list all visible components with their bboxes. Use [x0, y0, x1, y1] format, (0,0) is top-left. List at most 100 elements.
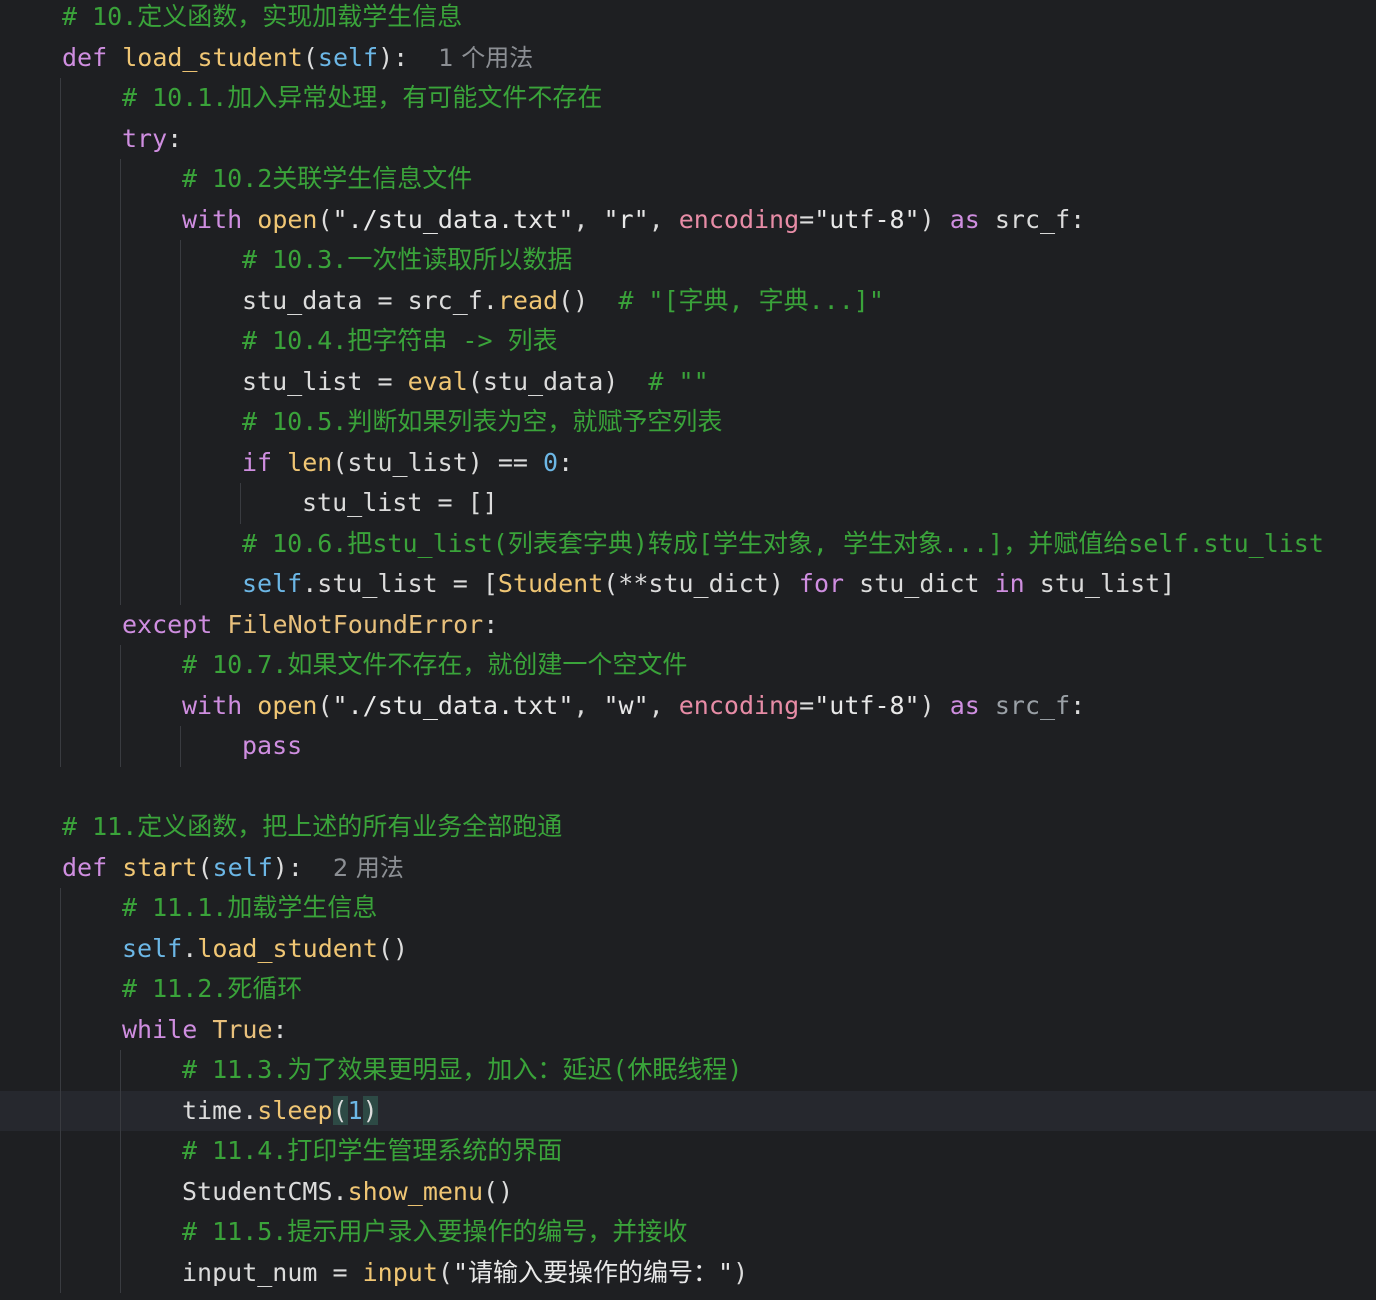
code-token: time. [182, 1095, 258, 1125]
code-line[interactable]: # 10.6.把stu_list(列表套字典)转成[学生对象, 学生对象...]… [0, 524, 1376, 565]
code-token: load_student [122, 42, 303, 72]
code-line[interactable]: # 10.1.加入异常处理，有可能文件不存在 [0, 78, 1376, 119]
code-line[interactable]: # 11.4.打印学生管理系统的界面 [0, 1131, 1376, 1172]
code-token: "r" [603, 204, 649, 234]
code-token: (**stu_dict) [603, 569, 799, 598]
code-token: .stu_list = [ [302, 569, 498, 598]
code-token: load_student [197, 933, 378, 963]
code-token: open [257, 690, 318, 720]
code-token: if [242, 447, 288, 477]
code-line[interactable]: # 10.7.如果文件不存在，就创建一个空文件 [0, 645, 1376, 686]
indent-guide [120, 1050, 121, 1293]
code-token: # 11.3.为了效果更明显，加入：延迟(休眠线程) [182, 1055, 743, 1084]
code-line[interactable]: if len(stu_list) == 0: [0, 443, 1376, 484]
code-line[interactable]: # 10.4.把字符串 -> 列表 [0, 321, 1376, 362]
code-token: , [648, 690, 679, 720]
code-token: eval [407, 366, 468, 396]
code-token: "utf-8" [814, 204, 920, 234]
code-line[interactable]: input_num = input("请输入要操作的编号：") [0, 1253, 1376, 1294]
code-line[interactable]: stu_list = eval(stu_data) # "" [0, 362, 1376, 403]
code-line[interactable]: # 11.3.为了效果更明显，加入：延迟(休眠线程) [0, 1050, 1376, 1091]
code-line[interactable]: # 11.定义函数，把上述的所有业务全部跑通 [0, 807, 1376, 848]
code-token: try [122, 123, 168, 153]
code-token: ): [378, 42, 439, 72]
code-token: , [573, 204, 604, 234]
code-line[interactable]: stu_data = src_f.read() # "[字典, 字典...]" [0, 281, 1376, 322]
code-token: len [287, 447, 333, 477]
code-token: while [122, 1014, 213, 1044]
code-line[interactable]: try: [0, 119, 1376, 160]
code-token: pass [242, 731, 303, 760]
code-token: self [317, 42, 379, 72]
code-token: except [122, 609, 228, 639]
code-token: ) [362, 1095, 378, 1125]
code-token: sleep [257, 1095, 333, 1125]
code-line[interactable]: with open("./stu_data.txt", "r", encodin… [0, 200, 1376, 241]
code-token: "./stu_data.txt" [332, 690, 574, 720]
indent-guide [180, 240, 181, 605]
code-token: # 10.4.把字符串 -> 列表 [242, 326, 558, 355]
code-token: ( [302, 42, 318, 72]
code-token: self [122, 933, 183, 963]
code-token: # 11.5.提示用户录入要操作的编号，并接收 [182, 1217, 688, 1246]
code-token: () [558, 285, 619, 315]
code-line[interactable]: while True: [0, 1010, 1376, 1051]
code-token: # 10.2关联学生信息文件 [182, 164, 473, 193]
code-token: = [799, 690, 815, 720]
code-token: ( [197, 852, 213, 882]
code-token: "w" [603, 690, 649, 720]
code-line[interactable]: with open("./stu_data.txt", "w", encodin… [0, 686, 1376, 727]
code-token: , [648, 204, 679, 234]
code-line[interactable]: StudentCMS.show_menu() [0, 1172, 1376, 1213]
code-token: input [362, 1257, 438, 1287]
code-line[interactable]: stu_list = [] [0, 483, 1376, 524]
usage-hint[interactable]: 1 个用法 [438, 44, 533, 72]
code-token: # 11.定义函数，把上述的所有业务全部跑通 [62, 812, 563, 841]
code-line[interactable]: # 11.1.加载学生信息 [0, 888, 1376, 929]
code-token: : [483, 609, 499, 639]
code-line[interactable]: self.stu_list = [Student(**stu_dict) for… [0, 564, 1376, 605]
code-token: "utf-8" [814, 690, 920, 720]
code-line[interactable]: # 11.5.提示用户录入要操作的编号，并接收 [0, 1212, 1376, 1253]
code-line[interactable]: time.sleep(1) [0, 1090, 1376, 1131]
code-token: ( [437, 1257, 453, 1287]
code-token: "./stu_data.txt" [332, 204, 574, 234]
code-line[interactable]: pass [0, 726, 1376, 767]
code-token: ( [317, 204, 333, 234]
indent-guide [120, 645, 121, 767]
code-token: StudentCMS. [182, 1176, 348, 1206]
code-token: stu_data = src_f. [242, 285, 498, 315]
code-token: ) [919, 204, 950, 234]
code-token: # 10.1.加入异常处理，有可能文件不存在 [122, 83, 603, 112]
code-token: : [272, 1014, 288, 1044]
code-token: 0 [543, 447, 559, 477]
usage-hint[interactable]: 2 用法 [333, 854, 404, 882]
code-token: # "[字典, 字典...]" [618, 285, 884, 315]
code-token: encoding [678, 204, 800, 234]
code-line[interactable]: # 10.3.一次性读取所以数据 [0, 240, 1376, 281]
code-line[interactable]: self.load_student() [0, 929, 1376, 970]
code-token: : [167, 123, 183, 153]
code-line[interactable]: # 10.定义函数，实现加载学生信息 [0, 0, 1376, 38]
code-token: src_f [994, 690, 1071, 720]
code-token: # "" [648, 366, 709, 396]
code-token: "请输入要操作的编号：" [452, 1257, 734, 1287]
code-token: # 10.6.把stu_list(列表套字典)转成[学生对象, 学生对象...]… [242, 528, 1324, 558]
code-line[interactable]: # 10.2关联学生信息文件 [0, 159, 1376, 200]
code-token: ) [919, 690, 950, 720]
code-line[interactable]: # 10.5.判断如果列表为空，就赋予空列表 [0, 402, 1376, 443]
indent-guide [60, 78, 61, 767]
code-token: # 11.2.死循环 [122, 974, 303, 1003]
code-token: start [122, 852, 198, 882]
code-token: . [182, 933, 198, 963]
code-line[interactable]: # 11.2.死循环 [0, 969, 1376, 1010]
code-line[interactable]: def load_student(self): 1 个用法 [0, 38, 1376, 79]
code-line[interactable] [0, 767, 1376, 808]
code-token: Student [497, 569, 604, 598]
code-token: , [573, 690, 604, 720]
code-token: # 10.5.判断如果列表为空，就赋予空列表 [242, 407, 723, 436]
code-line[interactable]: def start(self): 2 用法 [0, 848, 1376, 889]
code-token: encoding [678, 690, 800, 720]
code-editor[interactable]: # 10.定义函数，实现加载学生信息 def load_student(self)… [0, 0, 1376, 1300]
code-line[interactable]: except FileNotFoundError: [0, 605, 1376, 646]
